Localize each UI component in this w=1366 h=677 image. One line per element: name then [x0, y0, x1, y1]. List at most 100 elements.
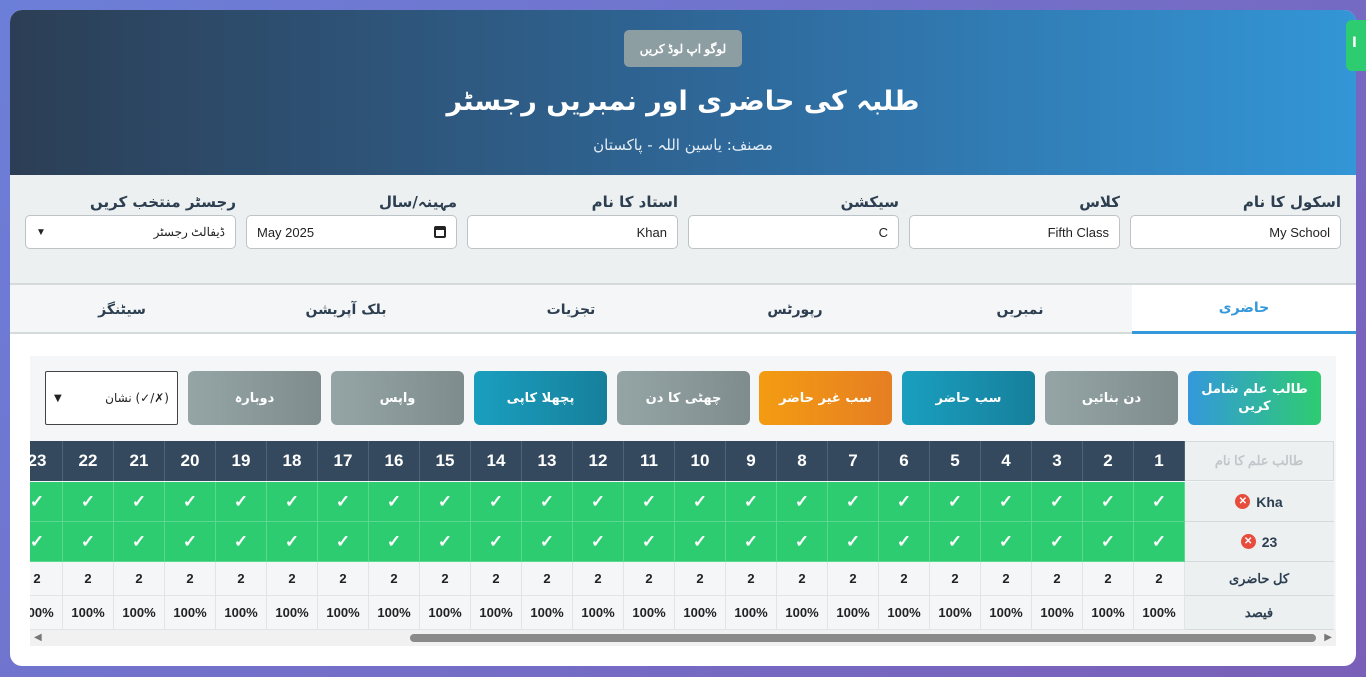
total-cell: 2 — [828, 562, 879, 596]
attendance-cell[interactable]: ✓ — [777, 522, 828, 562]
attendance-cell[interactable]: ✓ — [930, 522, 981, 562]
school-input[interactable]: My School — [1130, 215, 1341, 249]
attendance-cell[interactable]: ✓ — [981, 482, 1032, 522]
tab-bar: حاضری نمبریں رپورٹس تجزیات بلک آپریشن سی… — [10, 283, 1356, 334]
day-header: 5 — [930, 441, 981, 481]
attendance-cell[interactable]: ✓ — [369, 482, 420, 522]
undo-button[interactable]: واپس — [331, 371, 464, 425]
attendance-cell[interactable]: ✓ — [216, 522, 267, 562]
tab-attendance[interactable]: حاضری — [1132, 285, 1356, 334]
attendance-cell[interactable]: ✓ — [624, 482, 675, 522]
attendance-cell[interactable]: ✓ — [828, 482, 879, 522]
delete-student-icon[interactable]: ✕ — [1240, 534, 1256, 549]
attendance-cell[interactable]: ✓ — [318, 482, 369, 522]
day-header: 2 — [1083, 441, 1134, 481]
attendance-cell[interactable]: ✓ — [30, 482, 63, 522]
attendance-cell[interactable]: ✓ — [675, 482, 726, 522]
attendance-cell[interactable]: ✓ — [216, 482, 267, 522]
attendance-cell[interactable]: ✓ — [63, 522, 114, 562]
delete-student-icon[interactable]: ✕ — [1235, 494, 1251, 509]
class-input[interactable]: Fifth Class — [909, 215, 1120, 249]
attendance-cell[interactable]: ✓ — [777, 482, 828, 522]
redo-button[interactable]: دوبارہ — [188, 371, 321, 425]
holiday-button[interactable]: چھٹی کا دن — [617, 371, 750, 425]
attendance-cell[interactable]: ✓ — [30, 522, 63, 562]
month-input[interactable]: May 2025 — [246, 215, 457, 249]
percent-cell: 100% — [63, 596, 114, 630]
attendance-cell[interactable]: ✓ — [318, 522, 369, 562]
total-cell: 2 — [522, 562, 573, 596]
attendance-cell[interactable]: ✓ — [369, 522, 420, 562]
horizontal-scrollbar[interactable]: ◀ ▶ — [30, 630, 1336, 646]
attendance-cell[interactable]: ✓ — [1083, 522, 1134, 562]
tab-marks[interactable]: نمبریں — [908, 285, 1132, 334]
attendance-cell[interactable]: ✓ — [573, 482, 624, 522]
tab-settings[interactable]: سیٹنگز — [10, 285, 234, 334]
attendance-cell[interactable]: ✓ — [267, 522, 318, 562]
attendance-cell[interactable]: ✓ — [1134, 522, 1185, 562]
set-days-button[interactable]: دن بنائیں — [1045, 371, 1178, 425]
attendance-cell[interactable]: ✓ — [1083, 482, 1134, 522]
attendance-cell[interactable]: ✓ — [981, 522, 1032, 562]
day-header: 14 — [471, 441, 522, 481]
attendance-cell[interactable]: ✓ — [726, 522, 777, 562]
day-header: 8 — [777, 441, 828, 481]
day-header: 20 — [165, 441, 216, 481]
percent-cell: 100% — [165, 596, 216, 630]
register-select[interactable]: ▼ ڈیفالٹ رجسٹر — [25, 215, 236, 249]
side-tab[interactable]: ا — [1346, 20, 1366, 71]
attendance-cell[interactable]: ✓ — [522, 482, 573, 522]
scrollbar-thumb[interactable] — [410, 634, 1316, 642]
copy-previous-button[interactable]: پچھلا کاپی — [474, 371, 607, 425]
attendance-cell[interactable]: ✓ — [114, 522, 165, 562]
calendar-icon[interactable] — [434, 226, 446, 238]
all-present-button[interactable]: سب حاضر — [902, 371, 1035, 425]
all-absent-button[interactable]: سب غیر حاضر — [759, 371, 892, 425]
day-header: 1 — [1134, 441, 1185, 481]
tab-bulk-operations[interactable]: بلک آپریشن — [234, 285, 458, 334]
attendance-cell[interactable]: ✓ — [879, 522, 930, 562]
attendance-cell[interactable]: ✓ — [420, 482, 471, 522]
attendance-cell[interactable]: ✓ — [624, 522, 675, 562]
attendance-cell[interactable]: ✓ — [471, 522, 522, 562]
attendance-cell[interactable]: ✓ — [930, 482, 981, 522]
attendance-cell[interactable]: ✓ — [1032, 482, 1083, 522]
add-student-button[interactable]: طالب علم شامل کریں — [1188, 371, 1321, 425]
attendance-cell[interactable]: ✓ — [165, 522, 216, 562]
scroll-left-icon[interactable]: ◀ — [34, 632, 42, 643]
attendance-cell[interactable]: ✓ — [165, 482, 216, 522]
attendance-cell[interactable]: ✓ — [114, 482, 165, 522]
percent-cell: 100% — [930, 596, 981, 630]
attendance-cell[interactable]: ✓ — [522, 522, 573, 562]
school-field: اسکول کا نام My School — [1130, 193, 1341, 249]
day-header: 3 — [1032, 441, 1083, 481]
attendance-cell[interactable]: ✓ — [471, 482, 522, 522]
total-label: کل حاضری — [1184, 562, 1334, 596]
tab-reports[interactable]: رپورٹس — [683, 285, 907, 334]
upload-logo-button[interactable]: لوگو اپ لوڈ کریں — [624, 30, 742, 67]
percent-cell: 100% — [267, 596, 318, 630]
attendance-cell[interactable]: ✓ — [879, 482, 930, 522]
class-field: کلاس Fifth Class — [909, 193, 1120, 249]
attendance-cell[interactable]: ✓ — [267, 482, 318, 522]
register-field: رجسٹر منتخب کریں ▼ ڈیفالٹ رجسٹر — [25, 193, 236, 249]
total-cell: 2 — [981, 562, 1032, 596]
page-title: طلبہ کی حاضری اور نمبریں رجسٹر — [446, 86, 920, 117]
attendance-cell[interactable]: ✓ — [675, 522, 726, 562]
scroll-right-icon[interactable]: ▶ — [1324, 632, 1332, 643]
month-field: مہینہ/سال May 2025 — [246, 193, 457, 249]
attendance-cell[interactable]: ✓ — [63, 482, 114, 522]
attendance-cell[interactable]: ✓ — [1032, 522, 1083, 562]
mark-select[interactable]: ▼ نشان (✓/✗) — [45, 371, 178, 425]
tab-analytics[interactable]: تجزیات — [459, 285, 683, 334]
total-cell: 2 — [165, 562, 216, 596]
section-input[interactable]: C — [688, 215, 899, 249]
attendance-cell[interactable]: ✓ — [1134, 482, 1185, 522]
total-cell: 2 — [63, 562, 114, 596]
attendance-cell[interactable]: ✓ — [828, 522, 879, 562]
attendance-cell[interactable]: ✓ — [420, 522, 471, 562]
attendance-cell[interactable]: ✓ — [726, 482, 777, 522]
percent-cell: 100% — [216, 596, 267, 630]
attendance-cell[interactable]: ✓ — [573, 522, 624, 562]
teacher-input[interactable]: Khan — [467, 215, 678, 249]
